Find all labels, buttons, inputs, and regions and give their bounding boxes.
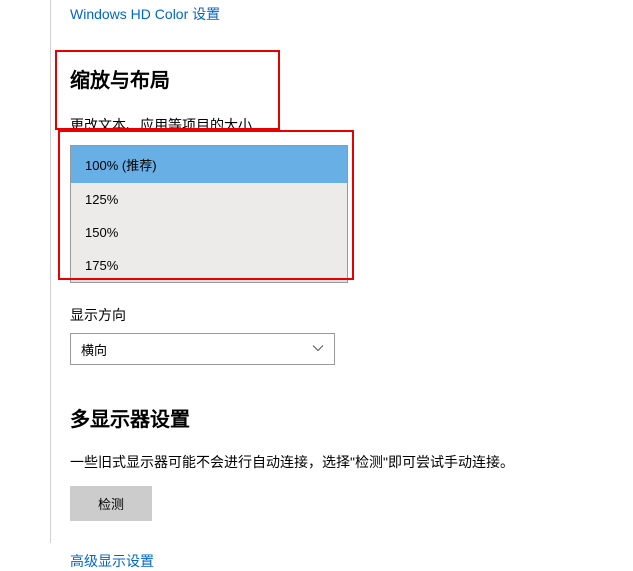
advanced-display-settings-link[interactable]: 高级显示设置 bbox=[70, 551, 154, 571]
hdcolor-settings-link[interactable]: Windows HD Color 设置 bbox=[70, 4, 220, 24]
settings-page: Windows HD Color 设置 缩放与布局 更改文本、应用等项目的大小 … bbox=[0, 0, 633, 571]
orientation-dropdown[interactable]: 横向 bbox=[70, 333, 335, 365]
scale-text-label: 更改文本、应用等项目的大小 bbox=[70, 115, 633, 135]
detect-button[interactable]: 检测 bbox=[70, 486, 152, 521]
scale-layout-heading: 缩放与布局 bbox=[70, 64, 633, 93]
scale-option-125[interactable]: 125% bbox=[71, 183, 347, 216]
scale-dropdown-listbox[interactable]: 100% (推荐) 125% 150% 175% bbox=[70, 145, 348, 283]
multimonitor-heading: 多显示器设置 bbox=[70, 403, 633, 432]
orientation-label: 显示方向 bbox=[70, 305, 633, 325]
scale-option-150[interactable]: 150% bbox=[71, 216, 347, 249]
left-divider bbox=[50, 0, 51, 543]
orientation-value: 横向 bbox=[81, 340, 107, 359]
scale-option-175[interactable]: 175% bbox=[71, 249, 347, 282]
multimonitor-description: 一些旧式显示器可能不会进行自动连接，选择"检测"即可尝试手动连接。 bbox=[70, 452, 633, 472]
scale-option-100[interactable]: 100% (推荐) bbox=[71, 146, 347, 183]
chevron-down-icon bbox=[312, 342, 324, 357]
